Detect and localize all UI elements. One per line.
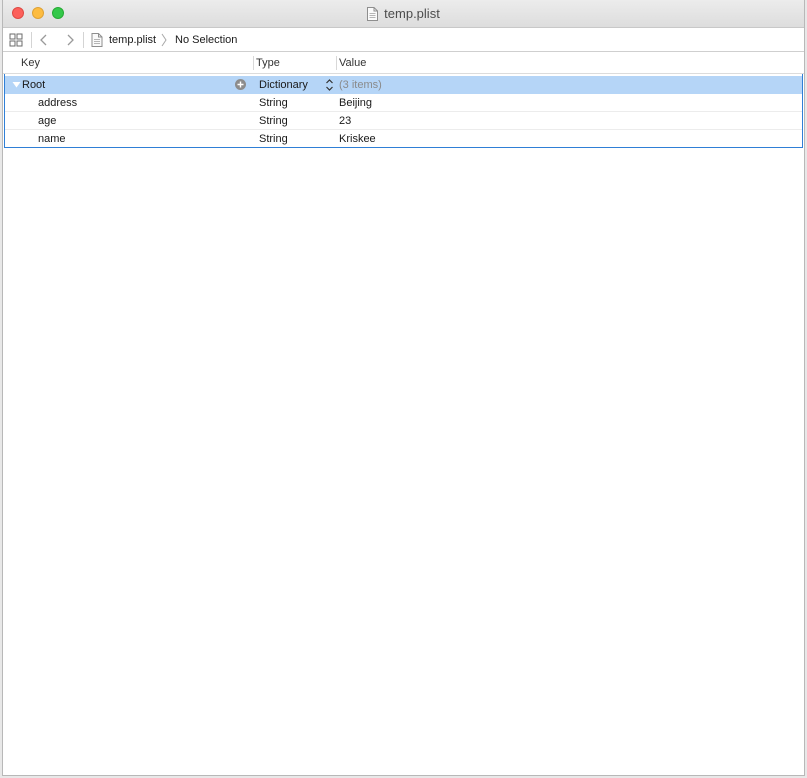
table-row[interactable]: age String 23: [5, 112, 802, 130]
plist-table: Root Dictionary (3 items) address String…: [4, 74, 803, 148]
window-title: temp.plist: [3, 6, 804, 24]
chevron-right-icon: [67, 34, 74, 45]
table-header: Key Type Value: [3, 53, 804, 74]
column-divider[interactable]: [336, 56, 337, 70]
type-cell[interactable]: String: [259, 112, 288, 130]
table-row[interactable]: address String Beijing: [5, 94, 802, 112]
toolbar-divider: [31, 32, 32, 48]
breadcrumb-separator-icon: [161, 33, 167, 46]
key-cell[interactable]: name: [38, 130, 66, 148]
type-cell[interactable]: Dictionary: [259, 76, 308, 94]
key-cell[interactable]: age: [38, 112, 56, 130]
back-button[interactable]: [39, 28, 49, 51]
value-cell[interactable]: 23: [339, 112, 351, 130]
value-cell: (3 items): [339, 79, 382, 91]
forward-button[interactable]: [65, 28, 75, 51]
chevron-up-down-icon: [326, 79, 333, 91]
value-cell[interactable]: Kriskee: [339, 130, 376, 148]
column-header-value[interactable]: Value: [339, 53, 366, 73]
column-divider[interactable]: [253, 56, 254, 70]
title-bar: temp.plist: [3, 0, 804, 28]
breadcrumb-label: No Selection: [175, 33, 238, 46]
type-cell[interactable]: String: [259, 94, 288, 112]
table-row[interactable]: name String Kriskee: [5, 130, 802, 148]
column-header-type[interactable]: Type: [256, 53, 280, 73]
window-title-text: temp.plist: [384, 6, 440, 21]
type-cell[interactable]: String: [259, 130, 288, 148]
plist-editor-window: temp.plist temp.plist No Selection Key T…: [2, 0, 805, 776]
disclosure-triangle[interactable]: [12, 76, 21, 94]
table-row-root[interactable]: Root Dictionary (3 items): [5, 76, 802, 94]
jump-bar: temp.plist No Selection: [3, 28, 804, 52]
toolbar-divider: [83, 32, 84, 48]
plus-icon: [237, 81, 244, 88]
key-cell[interactable]: address: [38, 94, 77, 112]
grid-icon: [9, 33, 23, 46]
add-item-button[interactable]: [235, 79, 246, 90]
triangle-down-icon: [12, 82, 21, 88]
breadcrumb-label: temp.plist: [109, 33, 157, 46]
value-cell[interactable]: Beijing: [339, 94, 372, 112]
chevron-left-icon: [40, 34, 47, 45]
key-cell[interactable]: Root: [22, 76, 45, 94]
related-items-button[interactable]: [9, 28, 23, 51]
breadcrumb-selection[interactable]: No Selection: [175, 28, 237, 51]
type-popup-button[interactable]: [325, 76, 334, 94]
breadcrumb-file[interactable]: temp.plist: [91, 28, 170, 51]
document-icon: [91, 32, 103, 47]
column-header-key[interactable]: Key: [21, 53, 40, 73]
document-icon: [367, 7, 379, 24]
